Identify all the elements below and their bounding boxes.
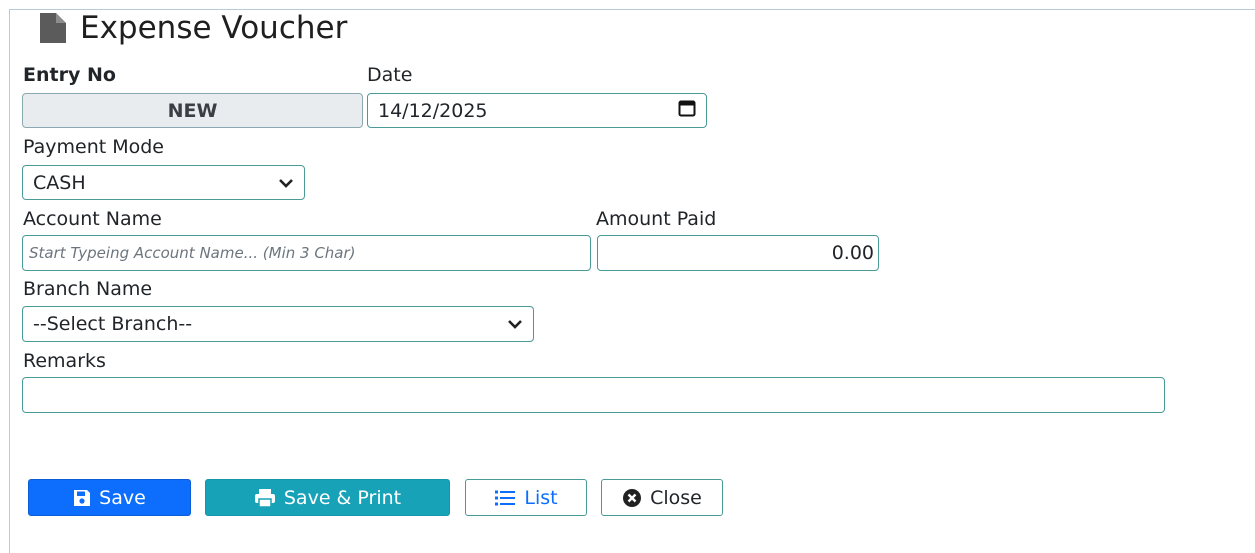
date-value: 14/12/2025: [378, 99, 488, 122]
close-circle-icon: [622, 488, 642, 508]
list-button[interactable]: List: [465, 479, 587, 516]
payment-mode-select[interactable]: CASH: [22, 165, 305, 200]
entry-no-label: Entry No: [23, 64, 116, 86]
account-name-input[interactable]: Start Typeing Account Name... (Min 3 Cha…: [22, 235, 591, 271]
amount-paid-input[interactable]: 0.00: [597, 235, 879, 271]
list-label: List: [524, 486, 558, 509]
save-label: Save: [99, 486, 146, 509]
date-label: Date: [367, 64, 413, 86]
floppy-disk-icon: [73, 489, 91, 507]
branch-value: --Select Branch--: [33, 313, 193, 335]
date-input[interactable]: 14/12/2025: [367, 93, 707, 128]
close-label: Close: [650, 486, 702, 509]
calendar-icon[interactable]: [678, 99, 696, 122]
remarks-label: Remarks: [23, 350, 106, 372]
remarks-input[interactable]: [22, 377, 1165, 413]
save-print-label: Save & Print: [283, 486, 402, 509]
account-name-label: Account Name: [23, 208, 162, 230]
amount-paid-value: 0.00: [831, 242, 874, 264]
close-button[interactable]: Close: [601, 479, 723, 516]
branch-select[interactable]: --Select Branch--: [22, 306, 534, 342]
list-icon: [494, 489, 516, 507]
printer-icon: [254, 488, 276, 508]
entry-no-field: NEW: [22, 93, 363, 128]
payment-mode-value: CASH: [33, 171, 86, 194]
payment-mode-label: Payment Mode: [23, 136, 164, 158]
page-title: Expense Voucher: [80, 10, 348, 46]
page-frame: [9, 9, 1255, 553]
amount-paid-label: Amount Paid: [596, 208, 717, 230]
entry-no-value: NEW: [167, 99, 218, 122]
chevron-down-icon: [507, 313, 523, 335]
branch-name-label: Branch Name: [23, 278, 153, 300]
file-icon: [38, 11, 68, 45]
save-print-button[interactable]: Save & Print: [205, 479, 450, 516]
save-button[interactable]: Save: [28, 479, 191, 516]
chevron-down-icon: [278, 172, 294, 194]
page-header: Expense Voucher: [38, 8, 347, 48]
account-name-placeholder: Start Typeing Account Name... (Min 3 Cha…: [29, 244, 356, 262]
